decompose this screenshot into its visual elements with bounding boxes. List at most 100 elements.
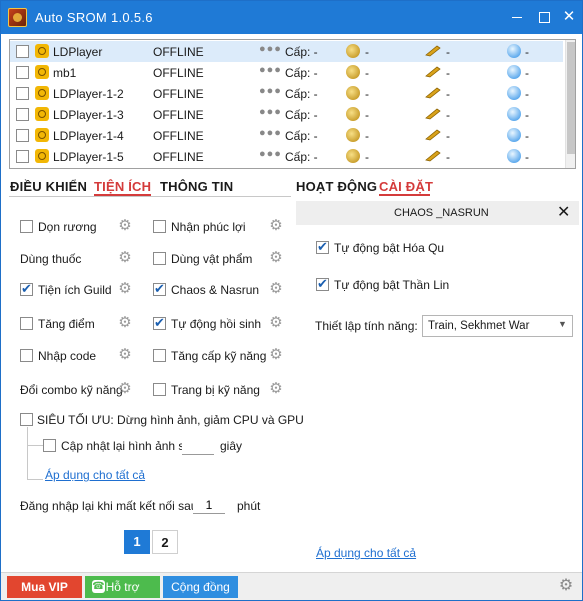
device-checkbox[interactable] xyxy=(16,87,29,100)
nhan-phuc-loi-gear-icon[interactable]: ⚙ xyxy=(269,218,283,233)
dung-thuoc-gear-icon[interactable]: ⚙ xyxy=(118,250,132,265)
chevron-down-icon: ▼ xyxy=(558,319,567,329)
gem-value: - xyxy=(525,66,529,80)
ldplayer-icon xyxy=(35,149,49,163)
maximize-button[interactable] xyxy=(531,5,557,29)
tang-cap-ky-nang-gear-icon[interactable]: ⚙ xyxy=(269,347,283,362)
more-dots-icon[interactable]: ●●● xyxy=(259,43,282,55)
horn-value: - xyxy=(446,108,450,122)
device-name: LDPlayer-1-4 xyxy=(53,129,124,143)
device-checkbox[interactable] xyxy=(16,66,29,79)
window-title: Auto SROM 1.0.5.6 xyxy=(35,10,153,25)
device-name: LDPlayer-1-2 xyxy=(53,87,124,101)
tab-utility[interactable]: TIỆN ÍCH xyxy=(94,179,151,194)
gem-value: - xyxy=(525,108,529,122)
more-dots-icon[interactable]: ●●● xyxy=(259,127,282,139)
device-list-scrollbar[interactable] xyxy=(565,40,575,168)
device-row[interactable]: LDPlayer-1-3 OFFLINE ●●● Cấp: - - - - xyxy=(10,104,563,125)
gem-icon xyxy=(507,107,521,121)
minimize-button[interactable] xyxy=(504,5,530,29)
nhap-code-gear-icon[interactable]: ⚙ xyxy=(118,347,132,362)
auto-hoa-qu-checkbox[interactable] xyxy=(316,239,329,255)
tang-diem-gear-icon[interactable]: ⚙ xyxy=(118,315,132,330)
settings-gear-icon[interactable]: ⚙ xyxy=(558,578,574,594)
device-list[interactable]: LDPlayer OFFLINE ●●● Cấp: - - - - mb1 OF… xyxy=(9,39,576,169)
dung-vat-pham-gear-icon[interactable]: ⚙ xyxy=(269,250,283,265)
nhan-phuc-loi-checkbox[interactable] xyxy=(153,220,166,233)
device-level: Cấp: - xyxy=(285,66,318,80)
horn-icon xyxy=(425,129,441,141)
chaos-nasrun-label: Chaos & Nasrun xyxy=(171,283,260,297)
trang-bi-ky-nang-checkbox[interactable] xyxy=(153,383,166,396)
title-bar[interactable]: Auto SROM 1.0.5.6 ✕ xyxy=(1,1,582,34)
close-button[interactable]: ✕ xyxy=(556,5,582,29)
gem-value: - xyxy=(525,45,529,59)
device-status: OFFLINE xyxy=(153,87,204,101)
feature-select[interactable]: Train, Sekhmet War ▼ xyxy=(422,315,573,337)
chaos-nasrun-checkbox[interactable] xyxy=(153,281,166,297)
cap-nhat-seconds-input[interactable] xyxy=(182,437,214,455)
gem-icon xyxy=(507,128,521,142)
support-button[interactable]: ☎ Hỗ trợ xyxy=(85,576,160,598)
app-logo-icon xyxy=(8,8,27,27)
device-level: Cấp: - xyxy=(285,108,318,122)
auto-than-lin-checkbox[interactable] xyxy=(316,276,329,292)
more-dots-icon[interactable]: ●●● xyxy=(259,64,282,76)
more-dots-icon[interactable]: ●●● xyxy=(259,148,282,160)
tang-cap-ky-nang-label: Tăng cấp kỹ năng xyxy=(171,349,267,363)
cap-nhat-hinh-anh-checkbox[interactable] xyxy=(43,439,56,452)
trang-bi-ky-nang-label: Trang bị kỹ năng xyxy=(171,383,260,397)
gold-value: - xyxy=(365,129,369,143)
horn-value: - xyxy=(446,150,450,164)
device-checkbox[interactable] xyxy=(16,150,29,163)
sieu-toi-uu-checkbox[interactable] xyxy=(20,413,33,426)
nhap-code-checkbox[interactable] xyxy=(20,349,33,362)
device-row[interactable]: LDPlayer-1-2 OFFLINE ●●● Cấp: - - - - xyxy=(10,83,563,104)
horn-value: - xyxy=(446,87,450,101)
apply-all-left-link[interactable]: Áp dụng cho tất cả xyxy=(45,468,145,482)
device-checkbox[interactable] xyxy=(16,129,29,142)
device-row[interactable]: LDPlayer OFFLINE ●●● Cấp: - - - - xyxy=(10,41,563,62)
don-ruong-checkbox[interactable] xyxy=(20,220,33,233)
doi-combo-gear-icon[interactable]: ⚙ xyxy=(118,381,132,396)
tab-activity[interactable]: HOẠT ĐỘNG xyxy=(296,179,377,194)
tien-ich-guild-checkbox[interactable] xyxy=(20,281,33,297)
tien-ich-guild-gear-icon[interactable]: ⚙ xyxy=(118,281,132,296)
device-level: Cấp: - xyxy=(285,129,318,143)
tang-diem-checkbox[interactable] xyxy=(20,317,33,330)
tu-dong-hoi-sinh-gear-icon[interactable]: ⚙ xyxy=(269,315,283,330)
device-level: Cấp: - xyxy=(285,87,318,101)
cap-nhat-hinh-anh-label: Cập nhật lại hình ảnh sau xyxy=(61,439,198,453)
feature-select-value: Train, Sekhmet War xyxy=(428,320,530,332)
more-dots-icon[interactable]: ●●● xyxy=(259,85,282,97)
tab-settings[interactable]: CÀI ĐẶT xyxy=(379,179,433,194)
chaos-nasrun-gear-icon[interactable]: ⚙ xyxy=(269,281,283,296)
device-row[interactable]: LDPlayer-1-4 OFFLINE ●●● Cấp: - - - - xyxy=(10,125,563,146)
device-status: OFFLINE xyxy=(153,150,204,164)
ldplayer-icon xyxy=(35,107,49,121)
tab-info[interactable]: THÔNG TIN xyxy=(160,179,233,194)
horn-icon xyxy=(425,150,441,162)
gold-value: - xyxy=(365,108,369,122)
settings-panel-close-icon[interactable]: ✕ xyxy=(557,202,570,222)
device-checkbox[interactable] xyxy=(16,108,29,121)
device-status: OFFLINE xyxy=(153,66,204,80)
more-dots-icon[interactable]: ●●● xyxy=(259,106,282,118)
don-ruong-gear-icon[interactable]: ⚙ xyxy=(118,218,132,233)
tu-dong-hoi-sinh-checkbox[interactable] xyxy=(153,315,166,331)
relogin-minutes-input[interactable] xyxy=(193,496,225,514)
page-1-button[interactable]: 1 xyxy=(124,530,150,554)
buy-vip-button[interactable]: Mua VIP xyxy=(7,576,82,598)
apply-all-right-link[interactable]: Áp dụng cho tất cả xyxy=(316,546,416,560)
community-button[interactable]: Cộng đồng xyxy=(163,576,238,598)
tab-control[interactable]: ĐIỀU KHIỂN xyxy=(10,179,87,194)
don-ruong-label: Dọn rương xyxy=(38,220,97,234)
scrollbar-thumb[interactable] xyxy=(567,42,575,154)
trang-bi-ky-nang-gear-icon[interactable]: ⚙ xyxy=(269,381,283,396)
device-checkbox[interactable] xyxy=(16,45,29,58)
device-row[interactable]: LDPlayer-1-5 OFFLINE ●●● Cấp: - - - - xyxy=(10,146,563,167)
page-2-button[interactable]: 2 xyxy=(152,530,178,554)
device-row[interactable]: mb1 OFFLINE ●●● Cấp: - - - - xyxy=(10,62,563,83)
dung-vat-pham-checkbox[interactable] xyxy=(153,252,166,265)
tang-cap-ky-nang-checkbox[interactable] xyxy=(153,349,166,362)
